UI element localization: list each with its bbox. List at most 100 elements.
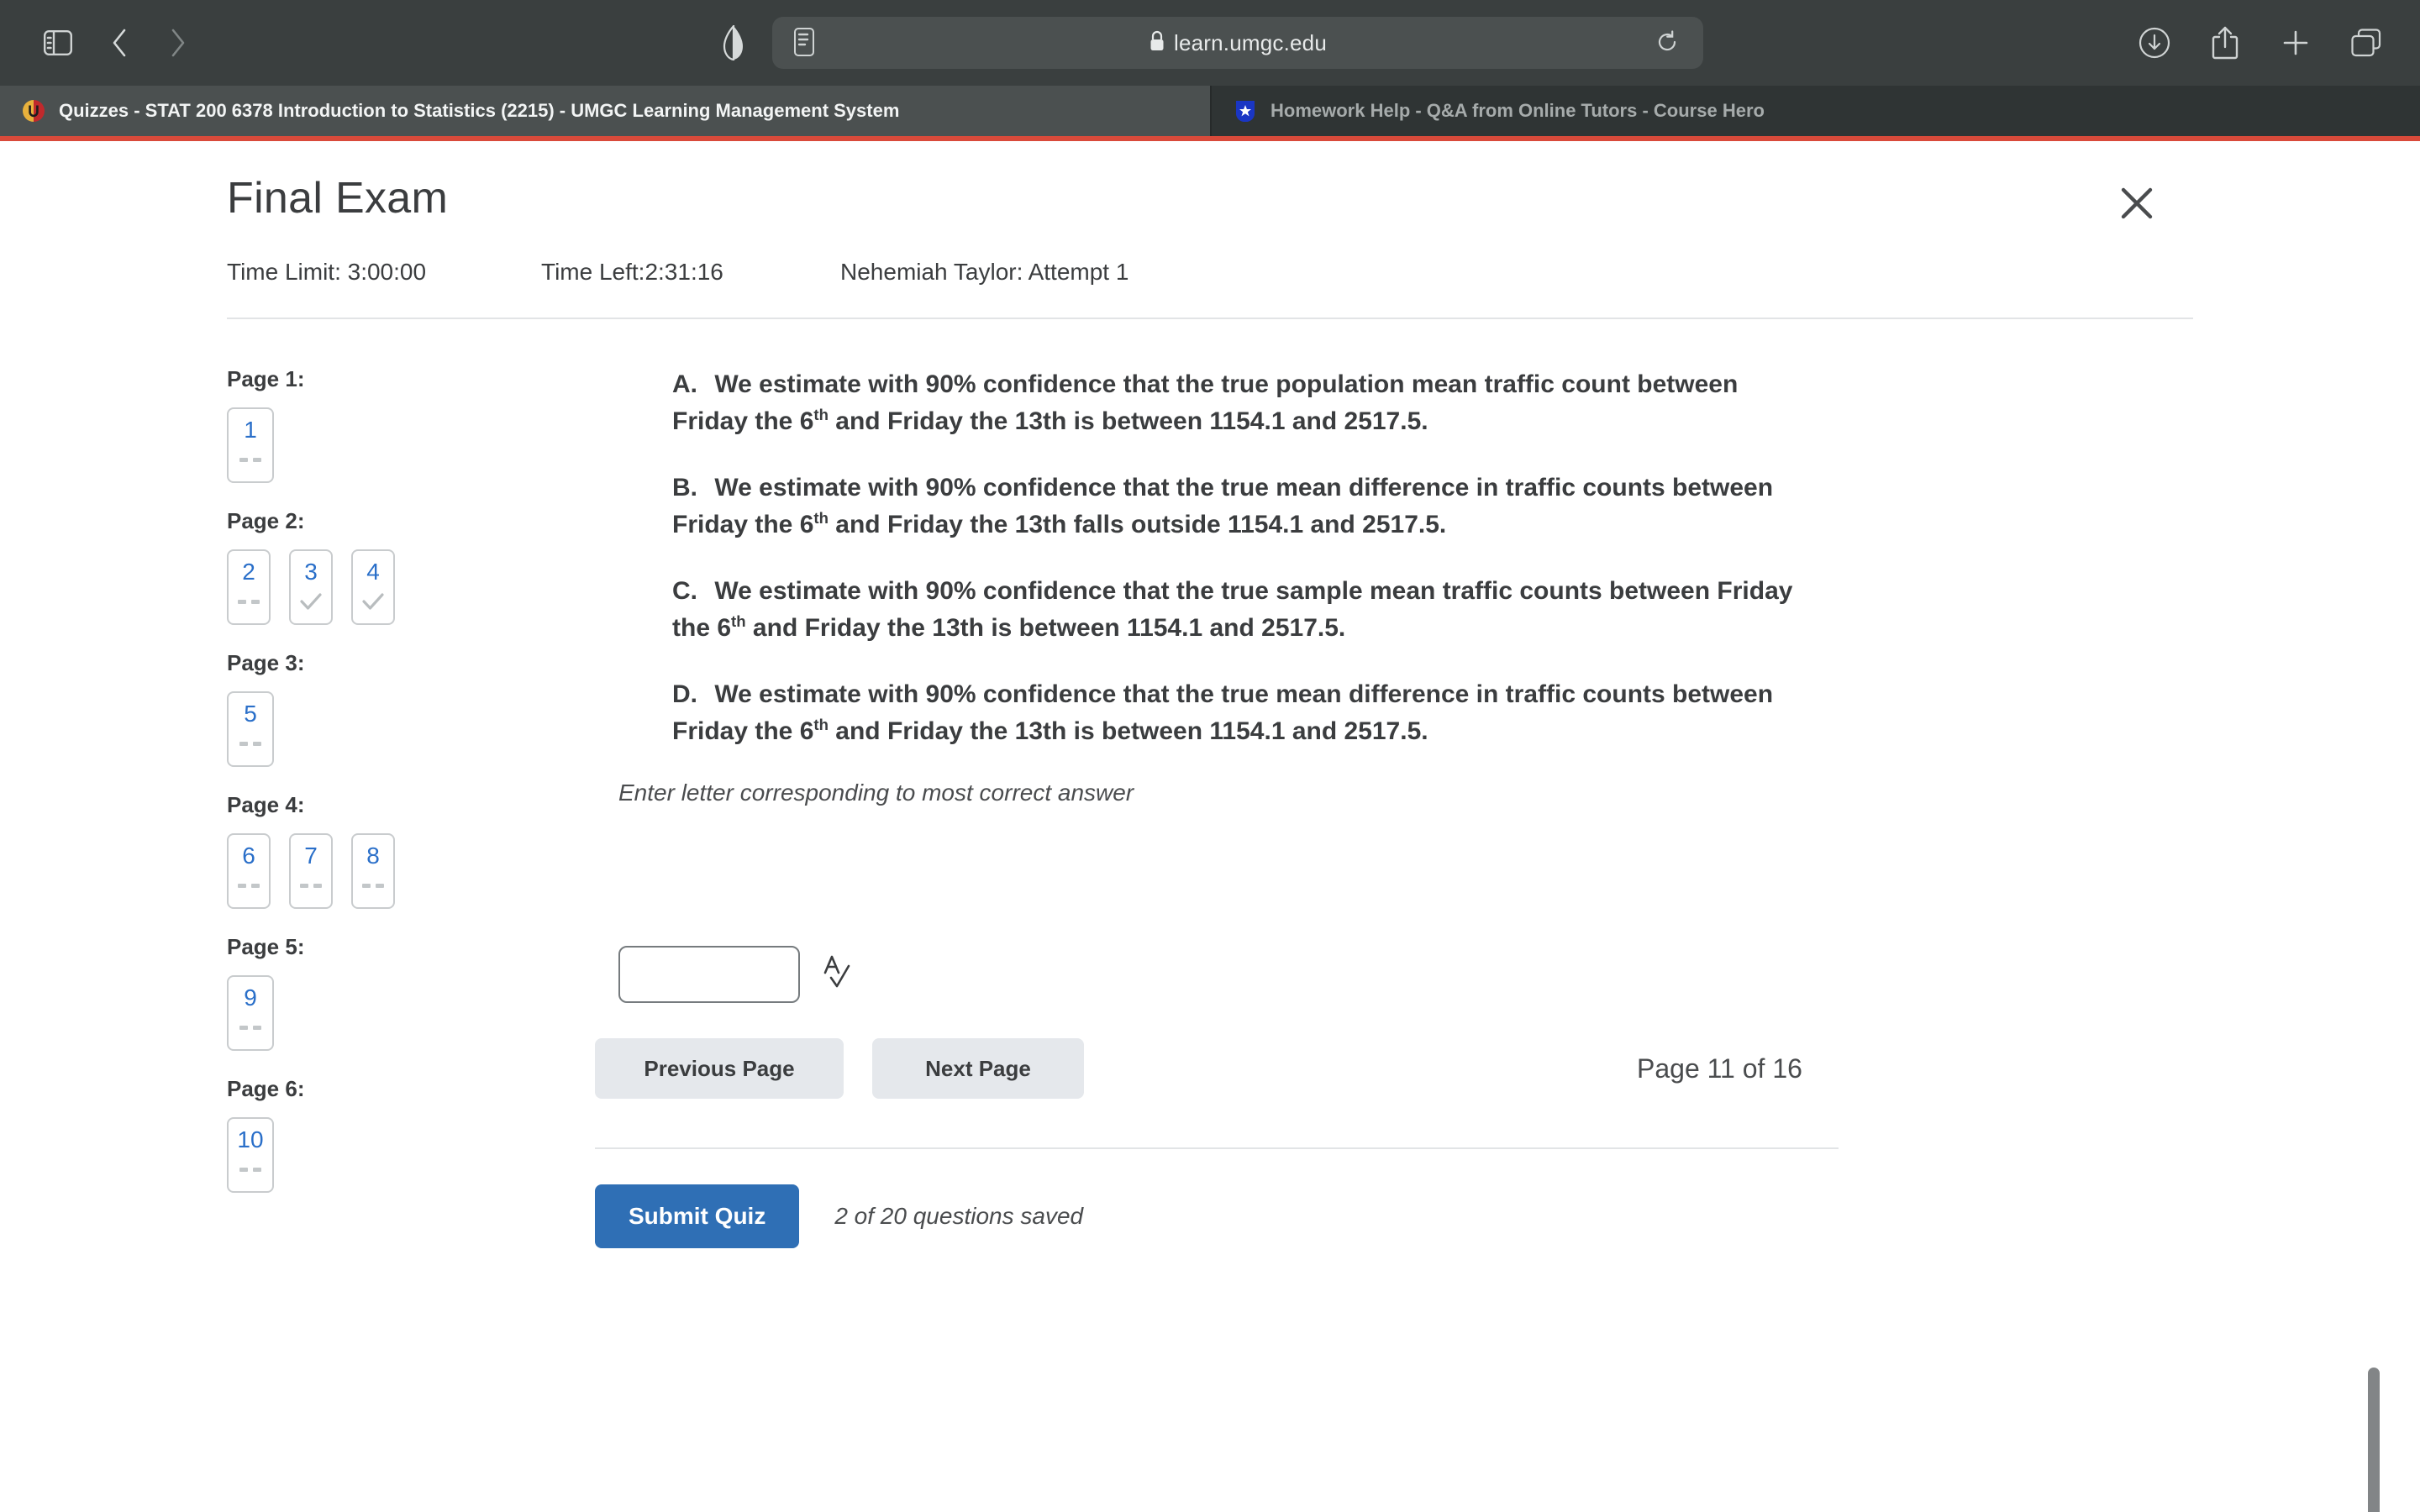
submit-quiz-button[interactable]: Submit Quiz	[595, 1184, 800, 1248]
qnav-question-number: 7	[304, 843, 318, 869]
qnav-question-number: 6	[242, 843, 255, 869]
toolbar-right-icons	[2136, 24, 2385, 61]
dash-icon	[300, 874, 322, 896]
dash-icon	[239, 732, 261, 754]
choice-superscript: th	[813, 508, 829, 527]
new-tab-icon[interactable]	[2277, 24, 2314, 61]
qnav-question-8[interactable]: 8	[351, 833, 395, 909]
choice-letter: D.	[672, 680, 697, 708]
forward-button[interactable]	[160, 24, 197, 61]
coursehero-favicon	[1234, 99, 1257, 123]
check-icon	[300, 591, 322, 612]
spellcheck-icon[interactable]	[822, 954, 857, 995]
qnav-question-number: 2	[242, 559, 255, 585]
choice-superscript: th	[813, 715, 829, 733]
answer-choice-d: D. We estimate with 90% confidence that …	[672, 680, 1774, 745]
qnav-page-label: Page 6:	[227, 1076, 305, 1101]
reader-view-icon[interactable]	[794, 28, 819, 58]
dash-icon	[238, 591, 260, 612]
qnav-question-3[interactable]: 3	[289, 549, 333, 625]
qnav-question-number: 5	[244, 701, 257, 727]
dash-icon	[239, 449, 261, 470]
attempt-label: Nehemiah Taylor: Attempt 1	[840, 259, 1129, 285]
back-button[interactable]	[101, 24, 138, 61]
qnav-question-row: 9	[227, 975, 395, 1051]
dash-icon	[239, 1158, 261, 1180]
browser-chrome: learn.umgc.edu Quizzes - STAT 200 6378 I…	[0, 0, 2420, 141]
dash-icon	[239, 1016, 261, 1038]
quiz-page: Final Exam Time Limit: 3:00:00 Time Left…	[0, 141, 2420, 1512]
tab-title: Homework Help - Q&A from Online Tutors -…	[1270, 100, 1765, 121]
question-pane: A. We estimate with 90% confidence that …	[395, 366, 2420, 1248]
qnav-question-row: 1	[227, 407, 395, 483]
qnav-page-label: Page 4:	[227, 792, 305, 817]
url-display: learn.umgc.edu	[772, 30, 1703, 56]
qnav-question-row: 2 3 4	[227, 549, 395, 625]
close-icon[interactable]	[2110, 176, 2164, 230]
qnav-question-number: 4	[366, 559, 380, 585]
tab-overview-icon[interactable]	[2348, 24, 2385, 61]
qnav-question-5[interactable]: 5	[227, 691, 274, 767]
qnav-question-10[interactable]: 10	[227, 1117, 274, 1193]
qnav-question-number: 9	[244, 984, 257, 1011]
check-icon	[362, 591, 384, 612]
answer-choice-a: A. We estimate with 90% confidence that …	[672, 370, 1739, 435]
saved-status: 2 of 20 questions saved	[834, 1203, 1084, 1229]
quiz-body: Page 1: 1 Page 2: 2 3 4 Page 3: 5 Page 4: 6 7 8 Page…	[0, 319, 2420, 1248]
qnav-page-label: Page 2:	[227, 508, 305, 533]
qnav-question-7[interactable]: 7	[289, 833, 333, 909]
answer-choice-c: C. We estimate with 90% confidence that …	[672, 577, 1793, 642]
qnav-question-row: 5	[227, 691, 395, 767]
browser-toolbar: learn.umgc.edu	[0, 0, 2420, 86]
choice-superscript: th	[813, 405, 829, 423]
choice-letter: A.	[672, 370, 697, 398]
qnav-question-number: 3	[304, 559, 318, 585]
next-page-button[interactable]: Next Page	[872, 1038, 1084, 1099]
qnav-question-row: 6 7 8	[227, 833, 395, 909]
reload-icon[interactable]	[1656, 30, 1681, 55]
qnav-question-6[interactable]: 6	[227, 833, 271, 909]
question-navigator: Page 1: 1 Page 2: 2 3 4 Page 3: 5 Page 4: 6 7 8 Page…	[0, 366, 395, 1248]
qnav-page-label: Page 5:	[227, 934, 305, 959]
umgc-favicon	[22, 99, 45, 123]
time-left-label: Time Left:2:31:16	[541, 259, 723, 285]
previous-page-button[interactable]: Previous Page	[595, 1038, 844, 1099]
page-title: Final Exam	[227, 174, 449, 223]
qnav-page-label: Page 3:	[227, 650, 305, 675]
browser-tab-active[interactable]: Quizzes - STAT 200 6378 Introduction to …	[0, 86, 1210, 136]
dash-icon	[238, 874, 260, 896]
choice-letter: B.	[672, 474, 697, 501]
qnav-question-2[interactable]: 2	[227, 549, 271, 625]
privacy-shield-icon[interactable]	[717, 24, 750, 62]
tab-title: Quizzes - STAT 200 6378 Introduction to …	[59, 100, 900, 121]
qnav-page-label: Page 1:	[227, 366, 305, 391]
browser-tab-inactive[interactable]: Homework Help - Q&A from Online Tutors -…	[1210, 86, 2420, 136]
answer-input[interactable]	[618, 946, 800, 1003]
qnav-question-4[interactable]: 4	[351, 549, 395, 625]
qnav-question-number: 8	[366, 843, 380, 869]
quiz-footer: Submit Quiz 2 of 20 questions saved	[595, 1184, 2286, 1248]
address-bar-area: learn.umgc.edu	[717, 17, 1703, 69]
qnav-question-1[interactable]: 1	[227, 407, 274, 483]
page-scrollbar[interactable]	[2368, 1368, 2380, 1512]
tab-bar: Quizzes - STAT 200 6378 Introduction to …	[0, 86, 2420, 136]
quiz-meta: Time Limit: 3:00:00 Time Left:2:31:16 Ne…	[227, 259, 2420, 286]
time-limit-label: Time Limit: 3:00:00	[227, 259, 427, 285]
dash-icon	[362, 874, 384, 896]
footer-divider	[595, 1147, 1839, 1149]
choice-superscript: th	[731, 612, 746, 630]
url-input[interactable]: learn.umgc.edu	[772, 17, 1703, 69]
download-icon[interactable]	[2136, 24, 2173, 61]
qnav-question-number: 10	[237, 1126, 264, 1152]
qnav-question-9[interactable]: 9	[227, 975, 274, 1051]
answer-choice-b: B. We estimate with 90% confidence that …	[672, 474, 1774, 538]
share-icon[interactable]	[2207, 24, 2244, 61]
quiz-header: Final Exam Time Limit: 3:00:00 Time Left…	[0, 141, 2420, 286]
answer-area	[618, 946, 2286, 1003]
answer-choices: A. We estimate with 90% confidence that …	[672, 366, 2286, 749]
question-instruction: Enter letter corresponding to most corre…	[618, 780, 1134, 806]
sidebar-toggle-icon[interactable]	[39, 24, 77, 62]
page-navigation: Previous Page Next Page Page 11 of 16	[595, 1038, 2286, 1099]
lock-icon	[1149, 30, 1165, 56]
choice-letter: C.	[672, 577, 697, 605]
